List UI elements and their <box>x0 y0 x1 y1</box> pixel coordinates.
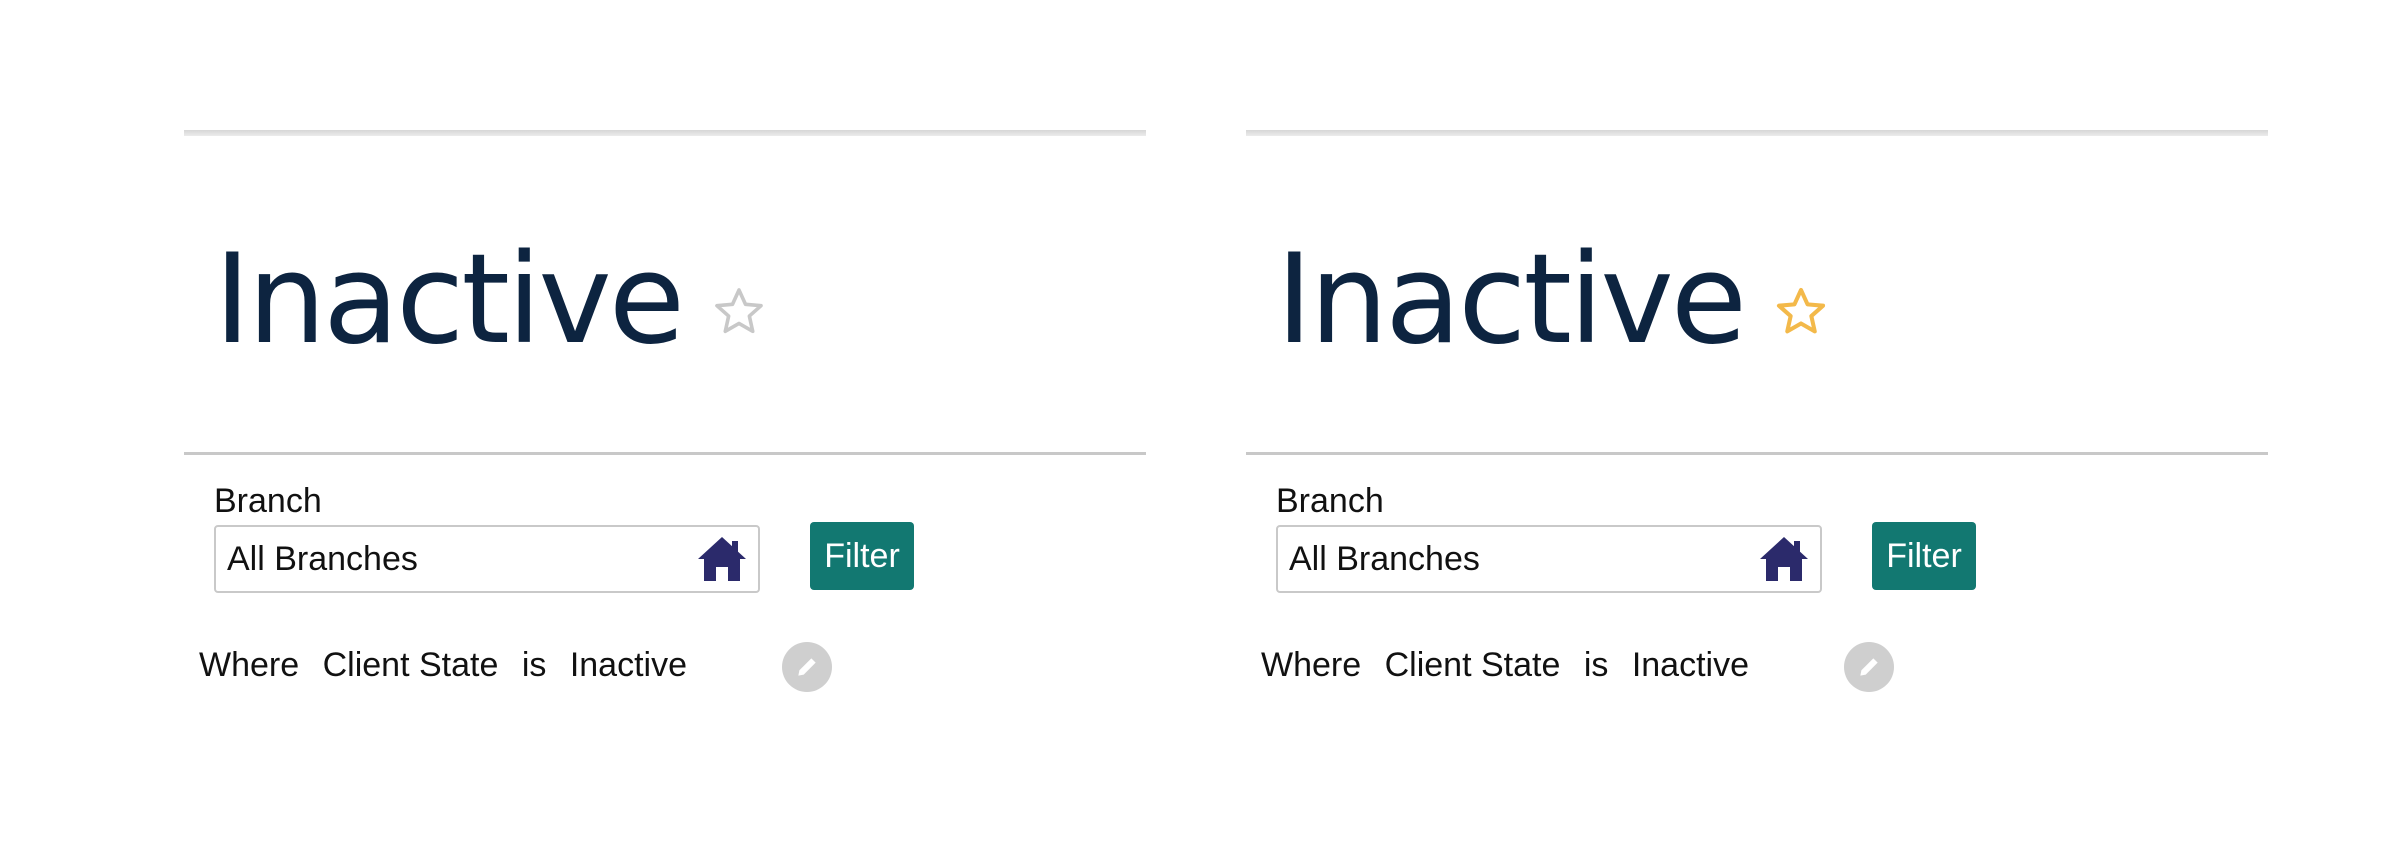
edit-criteria-button[interactable] <box>782 642 832 692</box>
criteria-field: Client State <box>1384 646 1561 684</box>
filter-button[interactable]: Filter <box>1872 522 1976 590</box>
filter-button[interactable]: Filter <box>810 522 914 590</box>
list-panel-right: Inactive Branch All Branches Filter Wher… <box>1246 130 2268 730</box>
pencil-icon <box>798 658 816 676</box>
criteria-keyword: Where <box>1261 646 1362 684</box>
header-divider <box>184 452 1146 455</box>
branch-select-value: All Branches <box>1289 539 1480 578</box>
criteria-operator: is <box>1583 646 1609 684</box>
list-panel-left: Inactive Branch All Branches Filter Wher… <box>184 130 1146 730</box>
branch-label: Branch <box>214 482 322 520</box>
top-divider <box>184 130 1146 136</box>
branch-label: Branch <box>1276 482 1384 520</box>
star-outline-icon[interactable] <box>712 285 766 339</box>
star-outline-icon[interactable] <box>1774 285 1828 339</box>
home-icon[interactable] <box>696 534 748 584</box>
criteria-value: Inactive <box>569 646 688 684</box>
title-row: Inactive <box>214 225 766 375</box>
page-title: Inactive <box>214 228 685 372</box>
branch-select[interactable]: All Branches <box>214 525 760 593</box>
page-title: Inactive <box>1276 228 1747 372</box>
criteria-field: Client State <box>322 646 499 684</box>
branch-select-value: All Branches <box>227 539 418 578</box>
criteria-value: Inactive <box>1631 646 1750 684</box>
header-divider <box>1246 452 2268 455</box>
pencil-icon <box>1860 658 1878 676</box>
edit-criteria-button[interactable] <box>1844 642 1894 692</box>
criteria-operator: is <box>521 646 547 684</box>
filter-criteria: Where Client State is Inactive <box>199 646 701 685</box>
criteria-keyword: Where <box>199 646 300 684</box>
branch-select[interactable]: All Branches <box>1276 525 1822 593</box>
top-divider <box>1246 130 2268 136</box>
filter-criteria: Where Client State is Inactive <box>1261 646 1763 685</box>
home-icon[interactable] <box>1758 534 1810 584</box>
title-row: Inactive <box>1276 225 1828 375</box>
